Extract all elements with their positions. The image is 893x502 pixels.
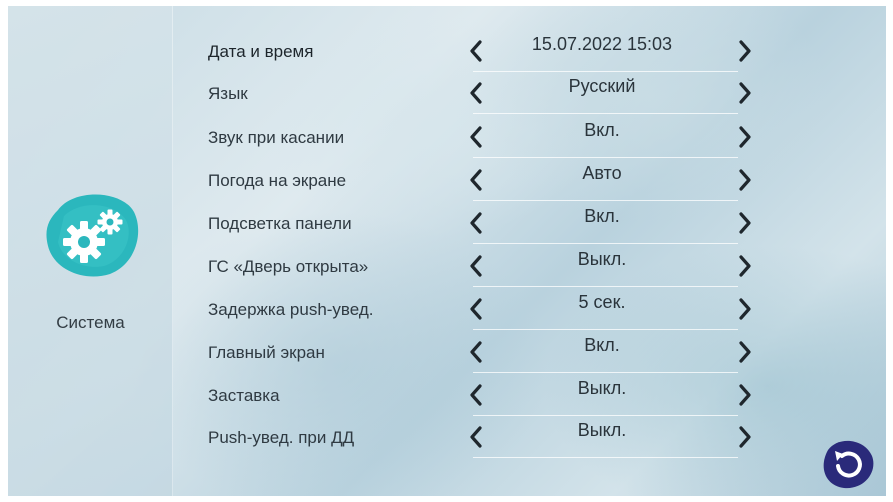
chevron-left-icon[interactable]	[466, 253, 486, 279]
row-divider	[473, 157, 738, 158]
setting-row-main-screen[interactable]: Главный экран Вкл.	[173, 331, 886, 373]
setting-label: Push-увед. при ДД	[208, 428, 355, 447]
setting-label: Задержка push-увед.	[208, 300, 374, 319]
chevron-right-icon[interactable]	[735, 124, 755, 150]
setting-label: Подсветка панели	[208, 214, 352, 233]
chevron-right-icon[interactable]	[735, 296, 755, 322]
row-divider	[473, 113, 738, 114]
chevron-right-icon[interactable]	[735, 38, 755, 64]
setting-value: Выкл.	[577, 249, 627, 269]
setting-value: Выкл.	[577, 378, 627, 398]
chevron-left-icon[interactable]	[466, 424, 486, 450]
setting-value: 5 сек.	[578, 292, 626, 312]
setting-row-touch-sound[interactable]: Звук при касании Вкл.	[173, 116, 886, 158]
setting-value: Вкл.	[584, 120, 620, 140]
settings-list: Дата и время 15.07.2022 15:03 Язык Русск…	[173, 6, 886, 496]
chevron-right-icon[interactable]	[735, 80, 755, 106]
settings-screen: Система Дата и время 15.07.2022 15:03 Яз…	[8, 6, 886, 496]
chevron-left-icon[interactable]	[466, 38, 486, 64]
setting-value: 15.07.2022 15:03	[531, 34, 673, 54]
setting-value: Вкл.	[584, 335, 620, 355]
setting-label: Заставка	[208, 386, 280, 405]
setting-label: Главный экран	[208, 343, 325, 362]
setting-label: ГС «Дверь открыта»	[208, 257, 369, 276]
gears-icon[interactable]	[44, 190, 142, 278]
chevron-right-icon[interactable]	[735, 339, 755, 365]
chevron-left-icon[interactable]	[466, 210, 486, 236]
setting-label: Погода на экране	[208, 171, 347, 190]
setting-value: Авто	[582, 163, 622, 183]
setting-row-door-open-voice[interactable]: ГС «Дверь открыта» Выкл.	[173, 245, 886, 287]
setting-row-language[interactable]: Язык Русский	[173, 72, 886, 114]
chevron-right-icon[interactable]	[735, 382, 755, 408]
setting-value: Выкл.	[577, 420, 627, 440]
row-divider	[473, 200, 738, 201]
back-button[interactable]	[818, 438, 876, 490]
row-divider	[473, 372, 738, 373]
chevron-left-icon[interactable]	[466, 339, 486, 365]
setting-row-screensaver[interactable]: Заставка Выкл.	[173, 374, 886, 416]
chevron-right-icon[interactable]	[735, 424, 755, 450]
setting-label: Язык	[208, 84, 248, 103]
row-divider	[473, 457, 738, 458]
chevron-left-icon[interactable]	[466, 124, 486, 150]
setting-row-push-delay[interactable]: Задержка push-увед. 5 сек.	[173, 288, 886, 330]
chevron-right-icon[interactable]	[735, 253, 755, 279]
setting-row-weather[interactable]: Погода на экране Авто	[173, 159, 886, 201]
setting-row-push-on-dd[interactable]: Push-увед. при ДД Выкл.	[173, 416, 886, 458]
setting-value: Русский	[568, 76, 636, 96]
row-divider	[473, 243, 738, 244]
chevron-left-icon[interactable]	[466, 80, 486, 106]
chevron-left-icon[interactable]	[466, 296, 486, 322]
back-arrow-icon	[823, 440, 874, 489]
setting-row-panel-backlight[interactable]: Подсветка панели Вкл.	[173, 202, 886, 244]
section-label: Система	[56, 313, 125, 332]
chevron-right-icon[interactable]	[735, 210, 755, 236]
sidebar: Система	[8, 6, 173, 496]
setting-label: Звук при касании	[208, 128, 345, 147]
chevron-right-icon[interactable]	[735, 167, 755, 193]
setting-label: Дата и время	[208, 42, 314, 61]
row-divider	[473, 329, 738, 330]
setting-row-date-time[interactable]: Дата и время 15.07.2022 15:03	[173, 30, 886, 72]
row-divider	[473, 286, 738, 287]
setting-value: Вкл.	[584, 206, 620, 226]
chevron-left-icon[interactable]	[466, 382, 486, 408]
chevron-left-icon[interactable]	[466, 167, 486, 193]
